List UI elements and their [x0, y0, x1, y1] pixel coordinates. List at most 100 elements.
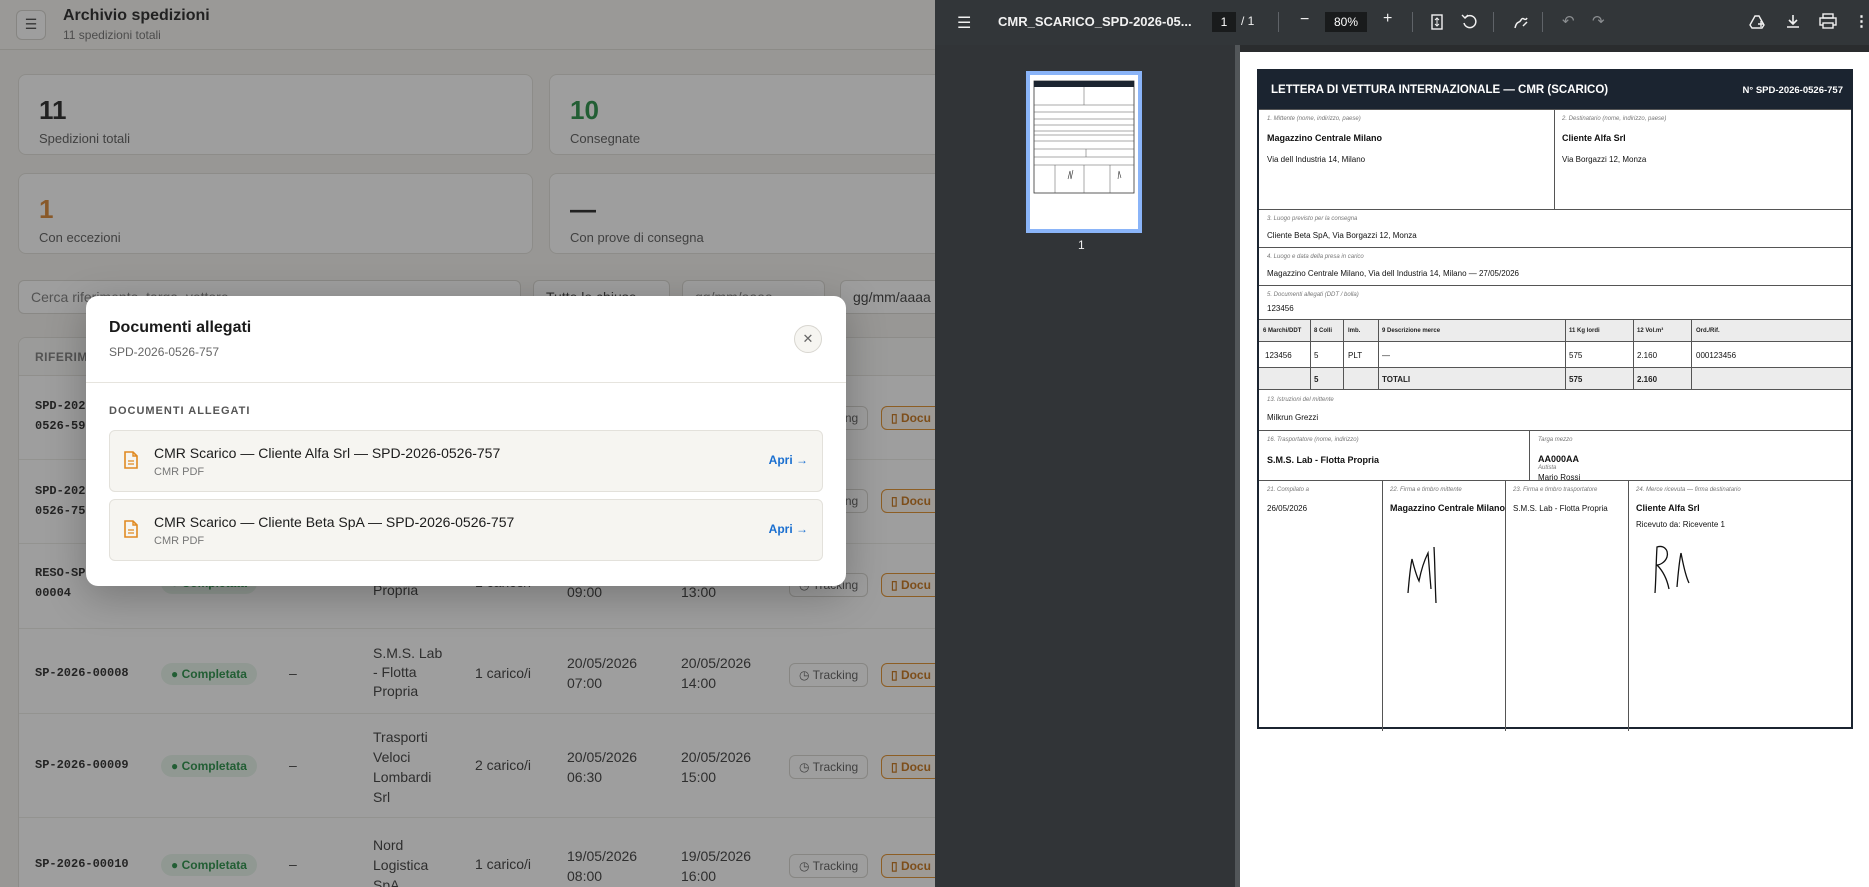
goods-cell: 5	[1314, 351, 1319, 360]
receiver-signature-label: 24. Merce ricevuta — firma destinatario	[1636, 487, 1741, 493]
cmr-number: N° SPD-2026-0526-757	[1742, 85, 1843, 96]
section-title: DOCUMENTI ALLEGATI	[109, 405, 251, 417]
pdf-toolbar: ☰ CMR_SCARICO_SPD-2026-05... 1 / 1 − 80%…	[935, 0, 1869, 45]
goods-cell: PLT	[1348, 351, 1363, 360]
zoom-in-icon[interactable]: +	[1383, 10, 1392, 28]
toolbar-separator	[1412, 12, 1413, 32]
goods-cell: 575	[1569, 351, 1583, 360]
toolbar-separator	[1493, 12, 1494, 32]
dialog-title: Documenti allegati	[109, 319, 252, 336]
cmr-header: LETTERA DI VETTURA INTERNAZIONALE — CMR …	[1259, 71, 1851, 109]
goods-cell: 2.160	[1637, 351, 1658, 360]
rule	[1382, 480, 1383, 731]
sender-label: 1. Mittente (nome, indirizzo, paese)	[1267, 116, 1361, 122]
rule	[1259, 341, 1851, 342]
plate-label: Targa mezzo	[1538, 437, 1573, 443]
page-number-input[interactable]: 1	[1212, 12, 1236, 32]
totals-cell: 2.160	[1637, 375, 1658, 384]
rule	[1529, 430, 1530, 480]
goods-cell: 123456	[1265, 351, 1292, 360]
redo-icon[interactable]: ↷	[1592, 12, 1605, 30]
received-by: Ricevuto da: Ricevente 1	[1636, 520, 1725, 529]
pdf-page: LETTERA DI VETTURA INTERNAZIONALE — CMR …	[1240, 52, 1869, 887]
document-name: CMR Scarico — Cliente Beta SpA — SPD-202…	[154, 514, 515, 530]
receiver-signature-image	[1654, 545, 1690, 594]
file-icon	[124, 520, 138, 538]
rule	[1565, 319, 1566, 389]
rule	[1259, 209, 1851, 210]
totals-band	[1259, 368, 1851, 389]
sender-name: Magazzino Centrale Milano	[1267, 133, 1383, 143]
rule	[1259, 109, 1851, 110]
open-document-link[interactable]: Apri →	[769, 522, 808, 536]
plate-value: AA000AA	[1538, 454, 1580, 464]
goods-header: 6 Marchi/DDT	[1263, 328, 1302, 334]
rotate-icon[interactable]	[1461, 13, 1478, 30]
pickup-value: Magazzino Centrale Milano, Via dell Indu…	[1267, 269, 1519, 278]
goods-header: Ord./Rif.	[1696, 328, 1720, 334]
delivery-place-value: Cliente Beta SpA, Via Borgazzi 12, Monza	[1267, 231, 1417, 240]
cmr-title: LETTERA DI VETTURA INTERNAZIONALE — CMR …	[1271, 84, 1609, 96]
totals-cell: 575	[1569, 375, 1583, 384]
goods-cell: —	[1382, 351, 1390, 360]
rule	[1259, 430, 1851, 431]
page-thumbnail[interactable]	[1026, 71, 1142, 233]
divider	[86, 382, 846, 383]
goods-header: Imb.	[1348, 328, 1361, 334]
annotate-icon[interactable]	[1513, 14, 1529, 30]
thumbnail-preview	[1033, 80, 1135, 194]
attached-documents-dialog: Documenti allegati SPD-2026-0526-757 ✕ D…	[86, 296, 846, 586]
dialog-subtitle: SPD-2026-0526-757	[109, 345, 220, 359]
save-to-drive-icon[interactable]	[1747, 13, 1767, 30]
zoom-out-icon[interactable]: −	[1300, 11, 1309, 29]
driver-value: Mario Rossi	[1538, 473, 1581, 482]
receiver-signature-name: Cliente Alfa Srl	[1636, 503, 1700, 513]
document-item[interactable]: CMR Scarico — Cliente Beta SpA — SPD-202…	[109, 499, 823, 561]
delivery-place-label: 3. Luogo previsto per la consegna	[1267, 216, 1358, 222]
close-icon: ✕	[802, 331, 814, 346]
close-button[interactable]: ✕	[794, 325, 822, 353]
carrier-signature-name: S.M.S. Lab - Flotta Propria	[1513, 504, 1608, 513]
document-type: CMR PDF	[154, 466, 205, 478]
open-document-link[interactable]: Apri →	[769, 453, 808, 467]
compiled-value: 26/05/2026	[1267, 504, 1308, 513]
instructions-value: Milkrun Grezzi	[1267, 413, 1319, 422]
more-options-icon[interactable]: ⋮	[1854, 12, 1869, 30]
goods-header: 12 Vol.m³	[1637, 328, 1664, 334]
totals-cell: 5	[1314, 375, 1319, 384]
rule	[1505, 480, 1506, 731]
print-icon[interactable]	[1819, 13, 1837, 29]
cmr-document: LETTERA DI VETTURA INTERNAZIONALE — CMR …	[1257, 69, 1853, 731]
rule	[1343, 319, 1344, 389]
goods-header: 11 Kg lordi	[1569, 328, 1600, 334]
sender-address: Via dell Industria 14, Milano	[1267, 155, 1366, 164]
consignee-address: Via Borgazzi 12, Monza	[1562, 155, 1647, 164]
rule	[1259, 247, 1851, 248]
sender-signature-label: 22. Firma e timbro mittente	[1390, 487, 1462, 493]
sender-signature-image	[1407, 546, 1437, 604]
document-item[interactable]: CMR Scarico — Cliente Alfa Srl — SPD-202…	[109, 430, 823, 492]
pdf-filename: CMR_SCARICO_SPD-2026-05...	[998, 14, 1192, 29]
zoom-input[interactable]: 80%	[1325, 12, 1367, 32]
driver-label: Autista	[1538, 465, 1557, 471]
sender-signature-name: Magazzino Centrale Milano	[1390, 503, 1506, 513]
document-name: CMR Scarico — Cliente Alfa Srl — SPD-202…	[154, 445, 501, 461]
goods-header: 9 Descrizione merce	[1382, 328, 1441, 334]
shipment-archive-app: ☰ Archivio spedizioni 11 spedizioni tota…	[0, 0, 935, 887]
rule	[1378, 319, 1379, 389]
rule	[1259, 285, 1851, 286]
attached-docs-label: 5. Documenti allegati (DDT / bolla)	[1267, 292, 1359, 298]
carrier-signature-label: 23. Firma e timbro trasportatore	[1513, 487, 1598, 493]
download-icon[interactable]	[1785, 13, 1801, 29]
rule	[1628, 480, 1629, 731]
consignee-name: Cliente Alfa Srl	[1562, 133, 1626, 143]
fit-page-icon[interactable]	[1431, 14, 1443, 30]
rule	[1554, 109, 1555, 209]
undo-icon[interactable]: ↶	[1562, 12, 1575, 30]
page-total: / 1	[1241, 14, 1255, 28]
goods-header: 8 Colli	[1314, 328, 1333, 334]
compiled-label: 21. Compilato a	[1267, 487, 1310, 493]
document-type: CMR PDF	[154, 535, 205, 547]
menu-icon[interactable]: ☰	[957, 13, 971, 33]
toolbar-separator	[1542, 12, 1543, 32]
